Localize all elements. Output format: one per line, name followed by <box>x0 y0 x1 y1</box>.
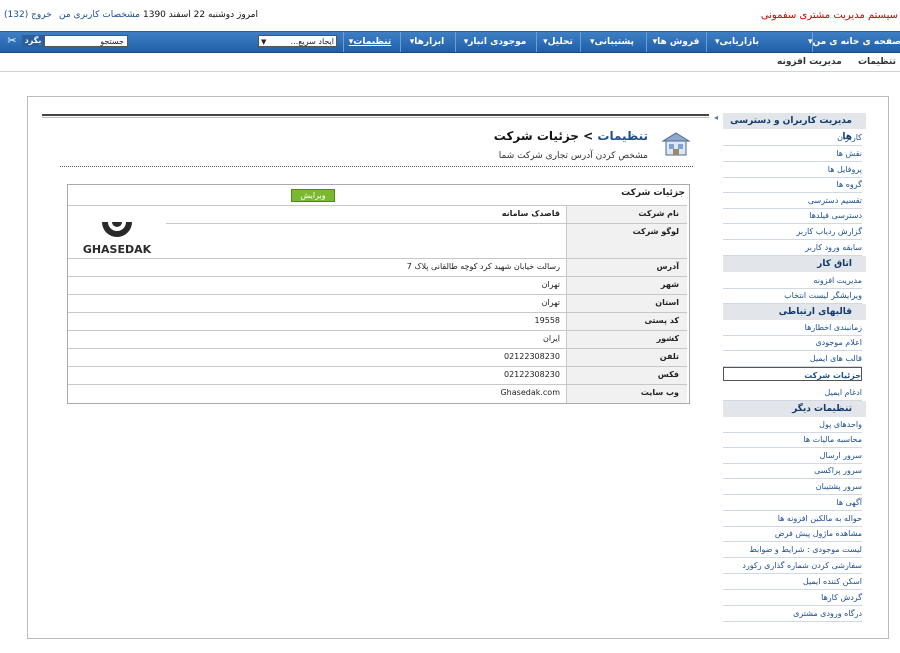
search-button[interactable]: بگرد <box>22 35 44 47</box>
company-home-icon <box>661 132 691 156</box>
sidebar-item-workflows[interactable]: گردش کارها <box>723 590 862 606</box>
row-value-address: رسالت خیابان شهید کرد کوچه طالقانی پلاک … <box>406 262 560 271</box>
app-brand: سیستم مدیریت مشتری سفمونی <box>760 10 898 21</box>
row-value-country: ایران <box>543 334 560 343</box>
dropdown-arrow-icon: ▼ <box>261 38 267 46</box>
row-value-website: Ghasedak.com <box>500 388 560 397</box>
sidebar-item-mail-merge[interactable]: ادغام ایمیل <box>723 385 862 401</box>
row-label-website: وب سایت <box>566 385 687 403</box>
row-label-phone: تلفن <box>566 349 687 367</box>
row-value-fax: 02122308230 <box>504 370 560 379</box>
details-section-title: جزئیات شرکت <box>621 188 685 198</box>
sidebar-item-inventory-notify[interactable]: اعلام موجودی <box>723 335 862 351</box>
sidebar-section-users: مدیریت کاربران و دسترسی ها <box>723 113 866 142</box>
row-label-city: شهر <box>566 277 687 295</box>
tools-icon[interactable]: ✂ <box>3 34 21 48</box>
subnav-module-manager[interactable]: مدیریت افزونه <box>777 57 842 67</box>
sidebar-item-field-access[interactable]: دسترسی فیلدها <box>723 208 862 224</box>
nav-home[interactable]: صفحه ی خانه ی من▾ <box>808 32 900 52</box>
my-profile-link[interactable]: مشخصات کاربری من <box>59 10 140 20</box>
nav-marketing[interactable]: بازاریابی▾ <box>706 32 767 52</box>
table-row: شهر تهران <box>68 276 687 295</box>
table-row: فکس 02122308230 <box>68 366 687 385</box>
quick-create-label: ایجاد سریع... <box>290 37 334 46</box>
sidebar-item-outgoing-server[interactable]: سرور ارسال <box>723 448 862 464</box>
settings-sidebar: مدیریت کاربران و دسترسی ها کاربران نقش ه… <box>723 113 866 622</box>
sidebar-item-module-manager[interactable]: مدیریت افزونه <box>723 273 862 289</box>
sidebar-section-studio: اتاق کار <box>723 256 866 272</box>
sidebar-item-roles[interactable]: نقش ها <box>723 146 862 162</box>
nav-sales[interactable]: فروش ها▾ <box>646 32 705 52</box>
nav-support[interactable]: پشتیبانی▾ <box>580 32 643 52</box>
sidebar-item-sharing-access[interactable]: تقسیم دسترسی <box>723 193 862 209</box>
table-row: تلفن 02122308230 <box>68 348 687 367</box>
sidebar-item-picklist-editor[interactable]: ویرایشگر لیست انتخاب <box>723 288 862 304</box>
page-title-text: جزئیات شرکت <box>493 129 579 143</box>
sidebar-item-login-history[interactable]: سابقه ورود کاربر <box>723 240 862 256</box>
sidebar-item-proxy-server[interactable]: سرور پراکسی <box>723 463 862 479</box>
nav-inventory[interactable]: موجودی انبار▾ <box>455 32 534 52</box>
sidebar-item-tax-calc[interactable]: محاسبه مالیات ها <box>723 432 862 448</box>
row-label-postal-code: کد پستی <box>566 313 687 331</box>
dotted-divider <box>60 166 693 167</box>
sidebar-item-backup-server[interactable]: سرور پشتیبان <box>723 479 862 495</box>
sidebar-item-inventory-terms[interactable]: لیست موجودی : شرایط و ضوابط <box>723 542 862 558</box>
sidebar-item-email-templates[interactable]: قالب های ایمیل <box>723 351 862 367</box>
row-label-logo: لوگو شرکت <box>566 224 687 259</box>
table-row: کد پستی 19558 <box>68 312 687 331</box>
page-subtitle: مشخص کردن آدرس تجاری شرکت شما <box>498 151 648 161</box>
sidebar-item-customer-portal[interactable]: درگاه ورودی مشتری <box>723 606 862 622</box>
company-logo: GHASEDAK <box>68 222 166 257</box>
sidebar-item-mail-scanner[interactable]: اسکن کننده ایمیل <box>723 574 862 590</box>
row-value-phone: 02122308230 <box>504 352 560 361</box>
main-nav: صفحه ی خانه ی من▾ بازاریابی▾ فروش ها▾ پش… <box>0 31 900 53</box>
sidebar-item-announcements[interactable]: آگهی ها <box>723 495 862 511</box>
table-row: استان تهران <box>68 294 687 313</box>
sidebar-item-users[interactable]: کاربران <box>723 130 862 146</box>
sidebar-item-default-module-view[interactable]: مشاهده ماژول پیش فرض <box>723 526 862 542</box>
nav-tools[interactable]: ابزارها▾ <box>400 32 453 52</box>
logo-wordmark: GHASEDAK <box>83 243 152 256</box>
subnav-settings[interactable]: تنظیمات <box>858 57 896 67</box>
row-value-postal-code: 19558 <box>534 316 560 325</box>
sidebar-item-groups[interactable]: گروه ها <box>723 177 862 193</box>
logout-link[interactable]: خروج (132) <box>4 10 52 20</box>
row-label-company-name: نام شرکت <box>566 206 687 224</box>
row-label-fax: فکس <box>566 367 687 385</box>
header-rule <box>42 114 709 116</box>
sidebar-item-profiles[interactable]: پروفایل ها <box>723 162 862 178</box>
sub-nav: تنظیمات مدیریت افزونه <box>0 53 900 72</box>
search-input[interactable]: جستجو <box>44 35 128 47</box>
sidebar-item-record-numbering[interactable]: سفارشی کردن شماره گذاری رکورد <box>723 558 862 574</box>
breadcrumb-settings-link[interactable]: تنظیمات <box>597 129 648 143</box>
sidebar-item-company-details[interactable]: جزئیات شرکت <box>723 367 862 381</box>
table-row: کشور ایران <box>68 330 687 349</box>
row-label-state: استان <box>566 295 687 313</box>
current-date: امروز دوشنبه 22 اسفند 1390 <box>143 10 258 20</box>
row-label-country: کشور <box>566 331 687 349</box>
breadcrumb-separator: > <box>583 129 594 143</box>
sidebar-section-templates: قالبهای ارتباطی <box>723 304 866 320</box>
edit-button[interactable]: ویرایش <box>291 189 335 202</box>
page-title: تنظیمات > جزئیات شرکت <box>418 129 648 143</box>
sidebar-item-audit-trail[interactable]: گزارش ردیاب کاربر <box>723 224 862 240</box>
sidebar-item-currencies[interactable]: واحدهای پول <box>723 417 862 433</box>
row-value-state: تهران <box>541 298 560 307</box>
sidebar-item-scheduled-alerts[interactable]: زمانبندی اخطارها <box>723 320 862 336</box>
header-rule-shadow <box>42 117 709 118</box>
row-value-company-name: قاصدک سامانه <box>501 209 560 218</box>
table-row: وب سایت Ghasedak.com <box>68 384 687 403</box>
quick-create-select[interactable]: ایجاد سریع... ▼ <box>258 35 337 47</box>
row-value-city: تهران <box>541 280 560 289</box>
table-row: آدرس رسالت خیابان شهید کرد کوچه طالقانی … <box>68 258 687 277</box>
nav-analytics[interactable]: تحلیل▾ <box>536 32 579 52</box>
collapse-sidebar-icon[interactable]: ◂ <box>714 113 718 122</box>
sidebar-item-assign-module-owners[interactable]: حواله به مالکین افزونه ها <box>723 511 862 527</box>
nav-settings[interactable]: تنظیمات▾ <box>343 32 396 52</box>
sidebar-section-other: تنظیمات دیگر <box>723 401 866 417</box>
row-label-address: آدرس <box>566 259 687 277</box>
